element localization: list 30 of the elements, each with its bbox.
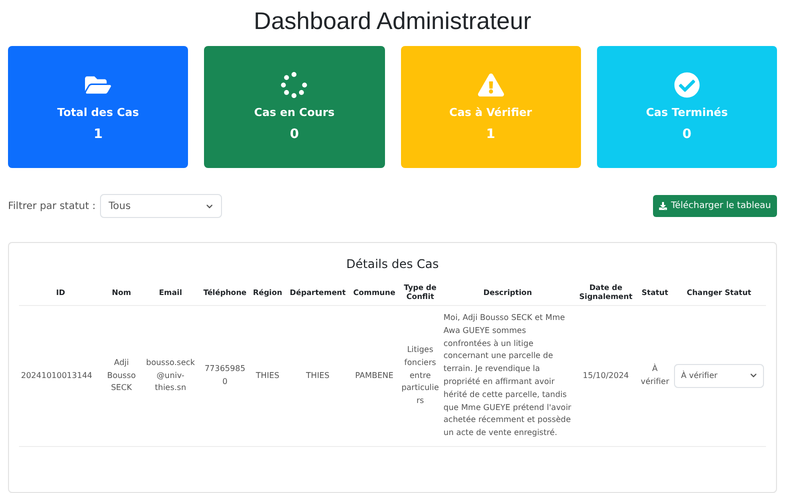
table-cell: THIES [286,306,350,446]
stat-value: 0 [682,127,692,142]
stat-value: 1 [94,127,103,142]
table-cell: 773659850 [200,306,250,446]
stat-label: Total des Cas [57,106,139,119]
table-cell: Adji Bousso SECK [102,306,141,446]
warning-icon [478,72,504,98]
table-cell: PAMBENE [350,306,399,446]
chevron-down-icon [750,372,757,380]
table-cell: THIES [249,306,286,446]
chevron-down-icon [206,202,213,210]
status-select[interactable]: À vérifier [674,364,764,388]
spinner-icon [281,72,308,98]
stat-value: 0 [290,127,299,142]
table-cell: bousso.seck@univ-thies.sn [140,306,200,446]
stat-value: 1 [486,127,496,142]
page-title: Dashboard Administrateur [252,8,532,36]
stat-label: Cas en Cours [254,106,335,119]
table-title: Détails des Cas [345,257,440,271]
status-filter-select[interactable]: Tous [100,194,222,218]
table-cell: Litiges fonciers entre particuliers [398,306,442,446]
stat-label: Cas Terminés [646,106,728,119]
filter-label: Filtrer par statut : [8,200,96,212]
download-icon [659,202,668,210]
table-cell: À vérifier [638,306,672,446]
table-cell: Moi, Adji Bousso SECK et Mme Awa GUEYE sommes confrontées à un litige concernant une parcelle de terrain. Je revendique la propriété en affirmant avoir hérité de cette parcelle, tandis que Mme GUEYE prétend l'avoir achetée récemment et possède un acte de vente enregistré. [442,306,574,446]
table-cell: 20241010013144 [19,306,102,446]
stat-label: Cas à Vérifier [449,106,532,119]
table-cell: 15/10/2024 [574,306,638,446]
download-button[interactable]: Télécharger le tableau [653,195,777,217]
